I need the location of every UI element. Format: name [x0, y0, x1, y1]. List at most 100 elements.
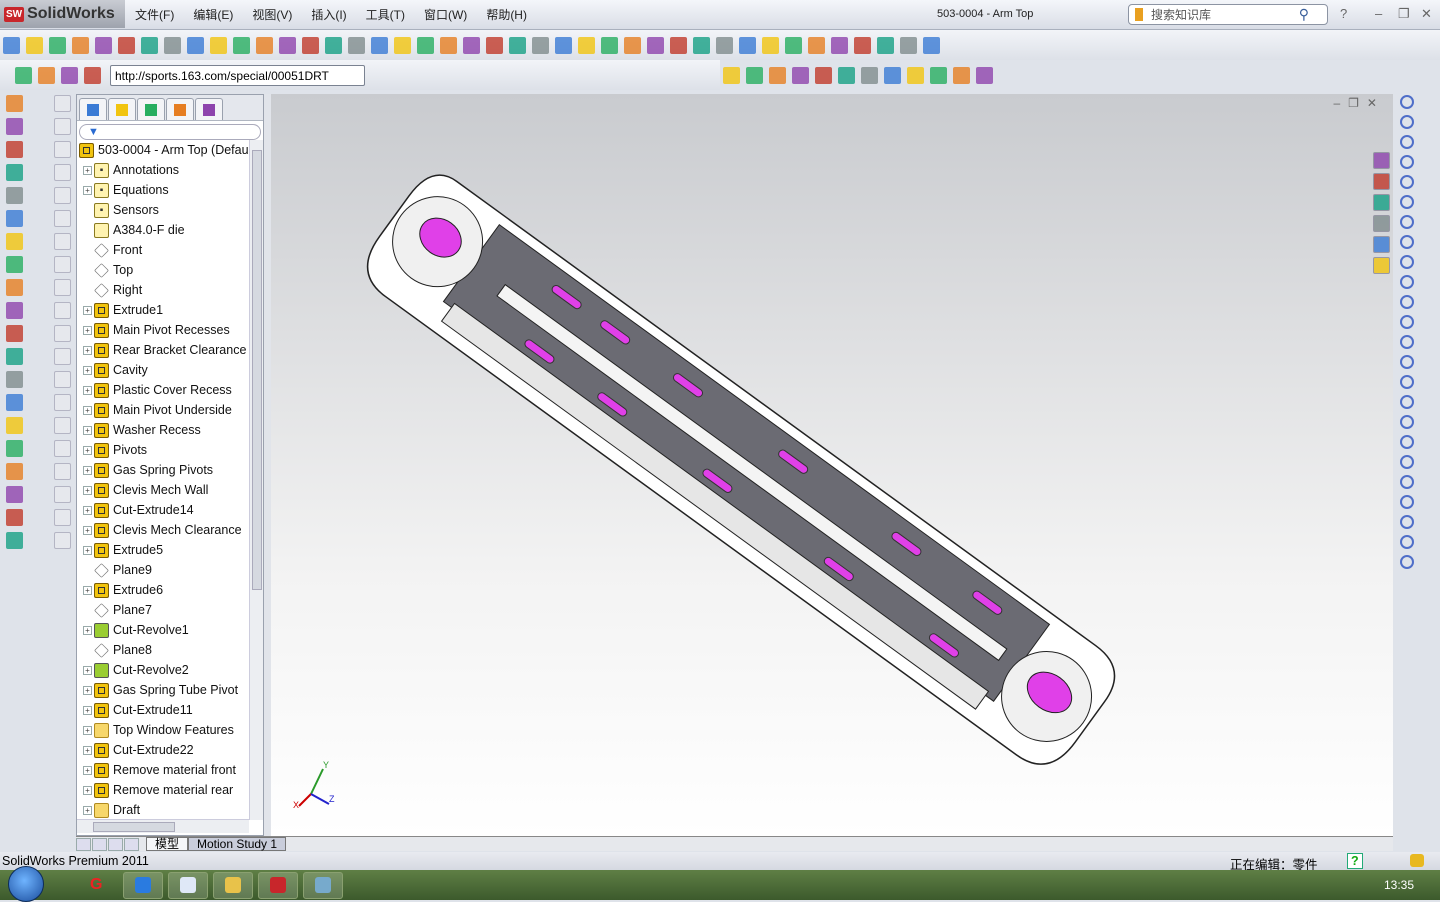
sketch-icon[interactable] [53, 256, 71, 273]
back-view-icon[interactable] [739, 36, 756, 54]
tree-item[interactable]: + Cut-Extrude11 [77, 700, 249, 720]
tree-vertical-scrollbar[interactable] [249, 140, 263, 820]
taskbar-button[interactable] [168, 871, 209, 899]
tree-item[interactable]: + Washer Recess [77, 420, 249, 440]
surface-finish-icon[interactable] [95, 36, 112, 54]
tree-item[interactable]: + Remove material front [77, 760, 249, 780]
search-icon[interactable]: ⚲ [1299, 6, 1309, 23]
close-button[interactable]: ✕ [1421, 6, 1432, 22]
dimxpert-icon[interactable] [166, 98, 194, 120]
clock[interactable]: 13:35 [1384, 878, 1414, 892]
tree-item[interactable]: + Cut-Extrude22 [77, 740, 249, 760]
expand-icon[interactable]: + [83, 365, 92, 375]
menu-item[interactable]: 帮助(H) [486, 6, 527, 23]
expand-icon[interactable]: + [83, 505, 92, 515]
cube-icon[interactable] [53, 141, 71, 158]
wrap-icon[interactable] [6, 371, 23, 388]
front-view-icon[interactable] [716, 36, 733, 54]
sweep-icon[interactable] [769, 66, 786, 84]
expand-icon[interactable]: + [83, 185, 92, 195]
tree-item[interactable]: + Rear Bracket Clearance [77, 340, 249, 360]
tree-filter-input[interactable]: ▼ [79, 124, 261, 140]
rebuild-icon[interactable] [325, 36, 342, 54]
swept-cut-icon[interactable] [6, 279, 23, 296]
smart-dimension-icon[interactable] [256, 36, 273, 54]
relations-icon[interactable] [1400, 475, 1414, 489]
expand-icon[interactable]: + [83, 785, 92, 795]
tree-item[interactable]: + Draft [77, 800, 249, 820]
display-style-icon[interactable] [555, 36, 572, 54]
centerline-icon[interactable] [1400, 295, 1414, 309]
refresh-icon[interactable] [38, 66, 55, 84]
reference-geometry-icon[interactable] [6, 486, 23, 503]
cube-icon[interactable] [53, 187, 71, 204]
cross-icon[interactable] [187, 36, 204, 54]
tray-app-icon[interactable]: G [90, 876, 102, 894]
property-manager-icon[interactable] [108, 98, 136, 120]
expand-icon[interactable]: + [83, 625, 92, 635]
tree-item[interactable]: ▪ Sensors [77, 200, 249, 220]
tree-item[interactable]: + Gas Spring Tube Pivot [77, 680, 249, 700]
expand-icon[interactable]: + [83, 685, 92, 695]
mate-icon[interactable] [53, 463, 71, 480]
slot-icon[interactable] [1400, 175, 1414, 189]
sketch-icon[interactable] [302, 36, 319, 54]
close-doc-icon[interactable] [15, 66, 32, 84]
left-view-icon[interactable] [762, 36, 779, 54]
mirror-icon[interactable] [1400, 415, 1414, 429]
datum-icon[interactable] [118, 36, 135, 54]
trim-icon[interactable] [1400, 375, 1414, 389]
spell-check-icon[interactable] [3, 36, 20, 54]
viewport-window-controls[interactable]: –❐✕ [1334, 96, 1386, 110]
repair-icon[interactable] [1400, 495, 1414, 509]
expand-icon[interactable]: + [83, 345, 92, 355]
expand-icon[interactable]: + [83, 405, 92, 415]
pattern-icon[interactable] [1400, 435, 1414, 449]
ellipse-icon[interactable] [1400, 255, 1414, 269]
open-web-icon[interactable] [84, 66, 101, 84]
extruded-cut-icon[interactable] [6, 210, 23, 227]
menu-item[interactable]: 编辑(E) [193, 6, 233, 23]
graphics-viewport[interactable]: Y X Z –❐✕ [271, 94, 1393, 836]
draft-icon[interactable] [6, 394, 23, 411]
mate-icon[interactable] [53, 509, 71, 526]
shell-icon[interactable] [6, 440, 23, 457]
tree-item[interactable]: + Cavity [77, 360, 249, 380]
stop-icon[interactable] [371, 36, 388, 54]
line-icon[interactable] [1400, 135, 1414, 149]
menu-item[interactable]: 视图(V) [252, 6, 292, 23]
axis-icon[interactable] [53, 325, 71, 342]
balloon-icon[interactable] [72, 36, 89, 54]
next-tab-button[interactable] [108, 837, 123, 851]
rib-icon[interactable] [6, 348, 23, 365]
expand-icon[interactable]: + [83, 165, 92, 175]
expand-icon[interactable]: + [83, 805, 92, 815]
menu-item[interactable]: 插入(I) [311, 6, 346, 23]
minimize-button[interactable]: – [1375, 6, 1382, 21]
cube-icon[interactable] [53, 118, 71, 135]
pan-icon[interactable] [486, 36, 503, 54]
dome-icon[interactable] [6, 417, 23, 434]
smart-dim-icon[interactable] [53, 279, 71, 296]
expand-icon[interactable]: + [83, 745, 92, 755]
web-icon[interactable] [61, 66, 78, 84]
options-icon[interactable] [348, 36, 365, 54]
boundary-boss-icon[interactable] [6, 187, 23, 204]
revolved-cut-icon[interactable] [6, 256, 23, 273]
expand-icon[interactable]: + [83, 665, 92, 675]
expand-icon[interactable]: + [83, 465, 92, 475]
help-button[interactable]: ? [1340, 6, 1347, 21]
model-canvas[interactable]: Y X Z [271, 94, 1393, 836]
mate-icon[interactable] [53, 532, 71, 549]
expand-icon[interactable]: + [83, 445, 92, 455]
tab-model[interactable]: 模型 [146, 837, 189, 851]
draft-icon[interactable] [907, 66, 924, 84]
tree-item[interactable]: + Cut-Revolve2 [77, 660, 249, 680]
tree-item[interactable]: + Main Pivot Underside [77, 400, 249, 420]
configuration-manager-icon[interactable] [137, 98, 165, 120]
extruded-boss-icon[interactable] [6, 95, 23, 112]
expand-icon[interactable]: + [83, 385, 92, 395]
sum-icon[interactable] [164, 36, 181, 54]
section-view-icon[interactable] [509, 36, 526, 54]
expand-icon[interactable]: + [83, 525, 92, 535]
